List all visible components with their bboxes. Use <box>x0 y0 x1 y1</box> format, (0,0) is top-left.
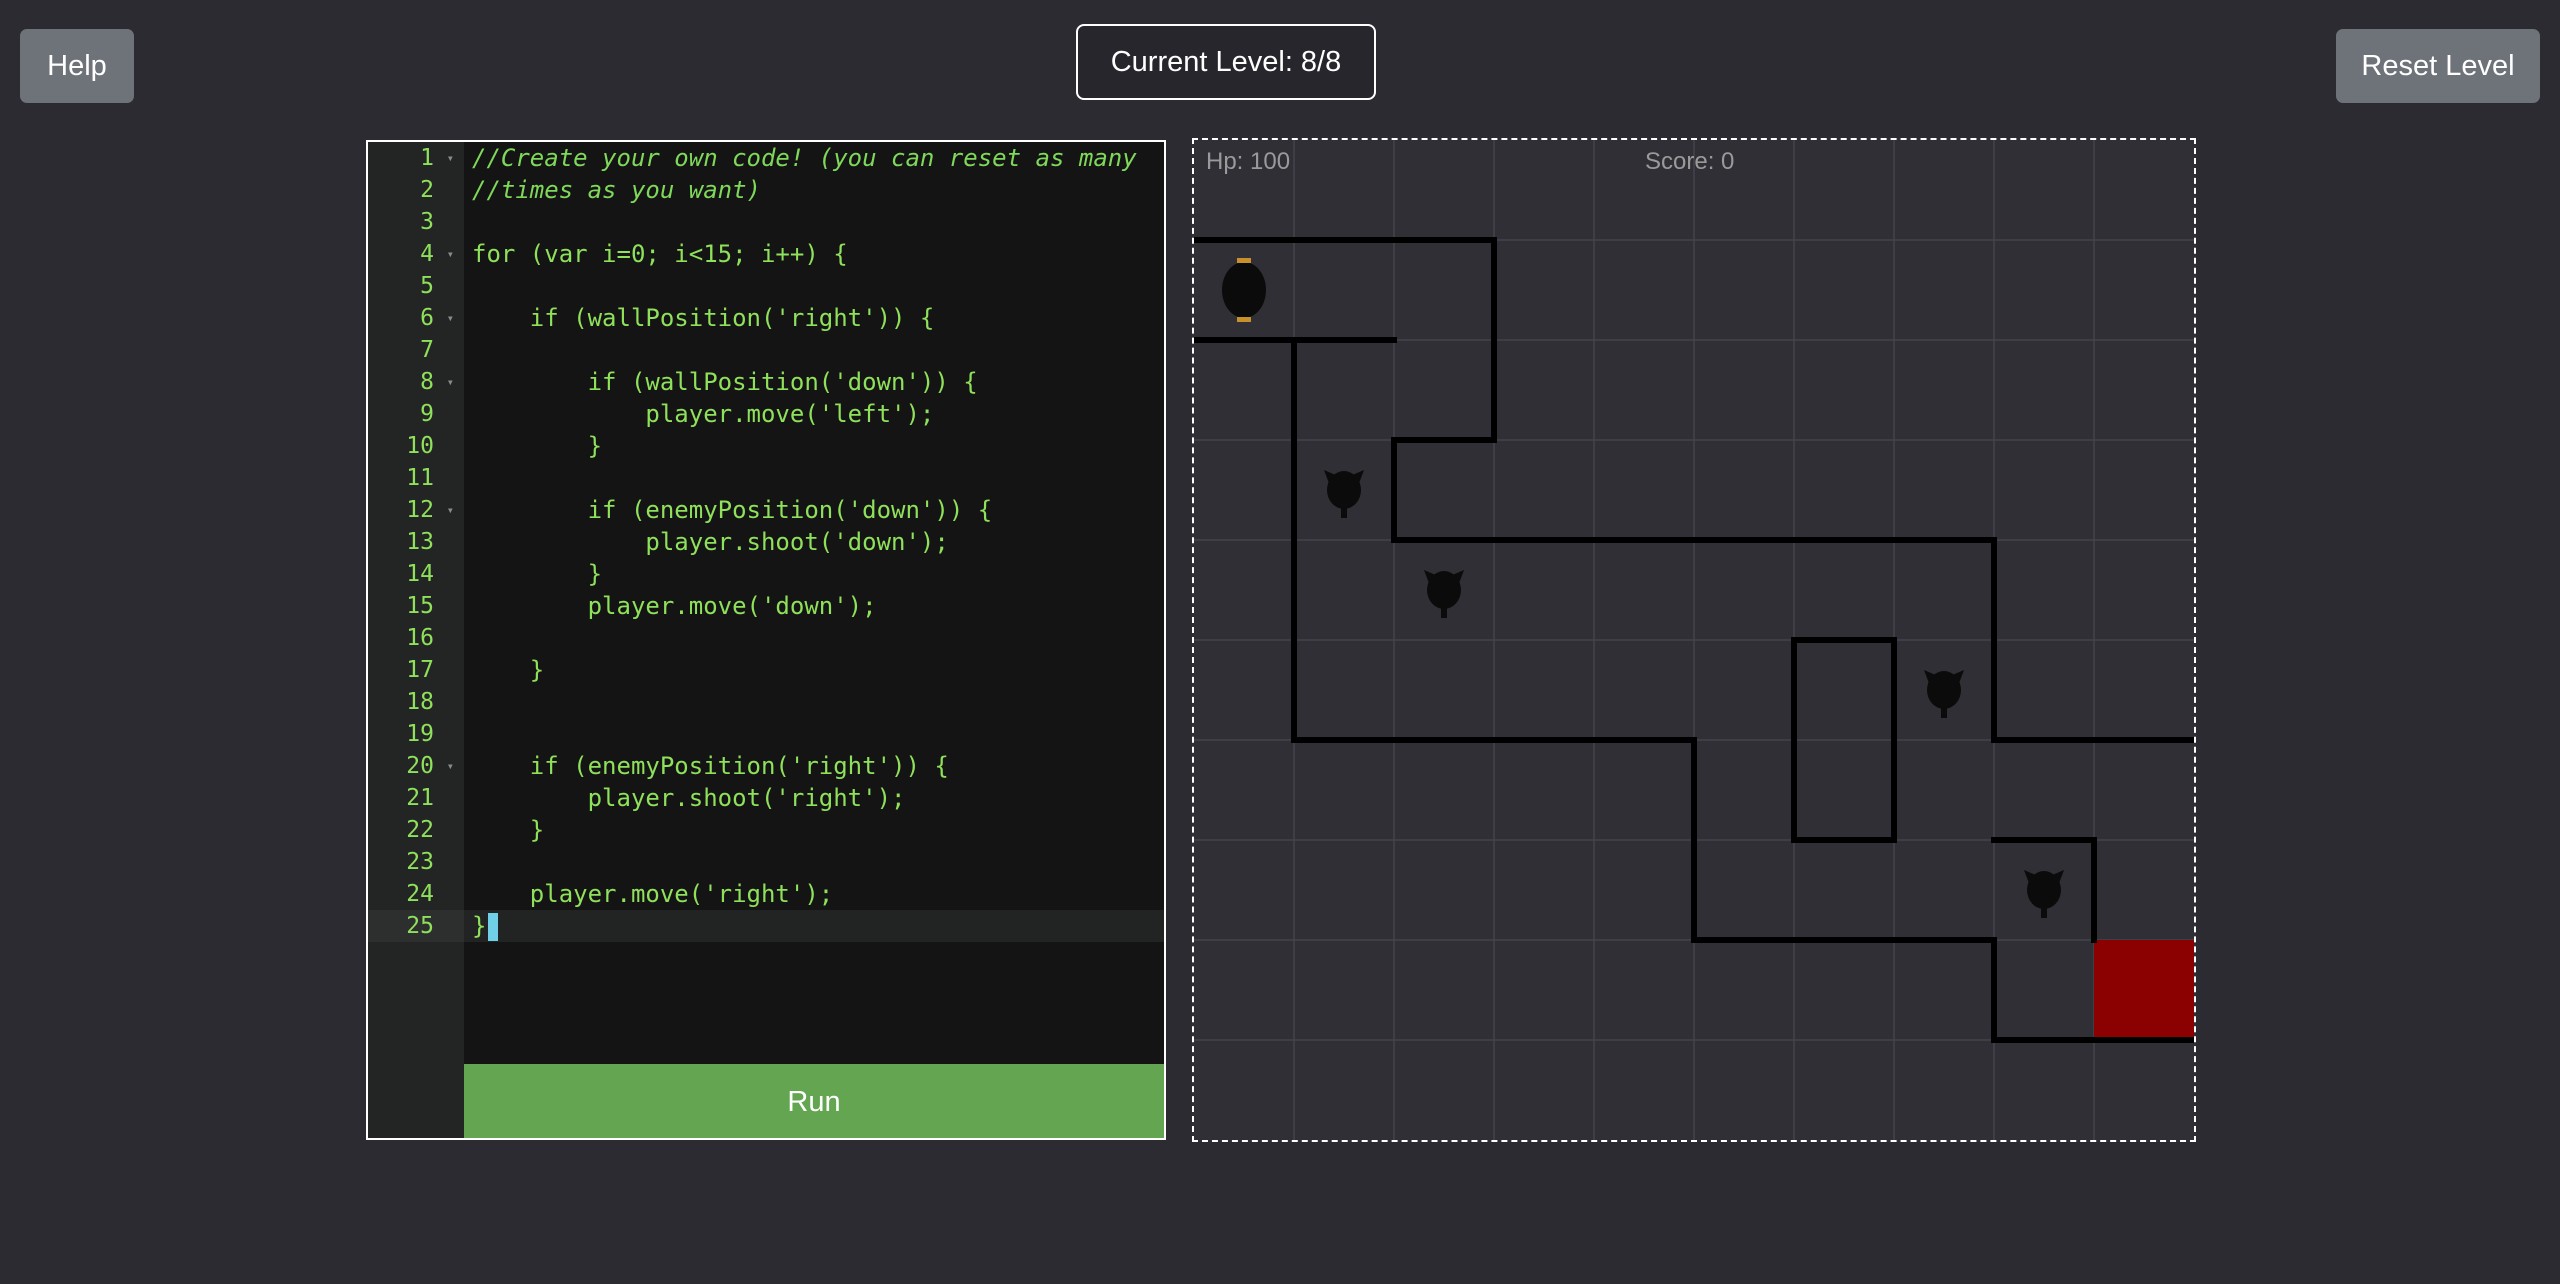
enemy-tail <box>1941 706 1947 718</box>
line-number-gutter: 1 ▾ 2 3 4 ▾ 5 6 ▾ 7 8 ▾ 9 10 11 12 ▾ 13 14 15 16 17 18 19 20 ▾ 21 2… <box>368 142 464 1138</box>
line-number: 3 <box>420 209 434 235</box>
player-accent <box>1237 317 1251 322</box>
code-line[interactable]: } <box>464 910 1164 942</box>
code-line[interactable]: } <box>464 558 1164 590</box>
fold-arrow-icon[interactable]: ▾ <box>447 750 454 782</box>
hp-display: Hp: 100 <box>1206 148 1291 175</box>
code-line[interactable]: } <box>464 430 1164 462</box>
code-line[interactable] <box>464 622 1164 654</box>
line-number: 12 ▾ <box>368 494 464 526</box>
text-cursor <box>488 913 499 941</box>
code-line[interactable]: player.shoot('right'); <box>464 782 1164 814</box>
code-line[interactable]: } <box>464 814 1164 846</box>
line-number: 5 <box>420 273 434 299</box>
code-line[interactable]: player.shoot('down'); <box>464 526 1164 558</box>
line-number: 17 <box>406 657 434 683</box>
code-line[interactable]: //times as you want) <box>464 174 1164 206</box>
line-number: 1 ▾ <box>368 142 464 174</box>
code-line[interactable] <box>464 846 1164 878</box>
enemy-tail <box>1341 506 1347 518</box>
line-number: 11 <box>406 465 434 491</box>
code-line[interactable]: if (wallPosition('right')) { <box>464 302 1164 334</box>
enemy-tail <box>1441 606 1447 618</box>
fold-arrow-icon[interactable]: ▾ <box>447 366 454 398</box>
line-number: 16 <box>406 625 434 651</box>
code-line[interactable]: if (enemyPosition('right')) { <box>464 750 1164 782</box>
line-number: 23 <box>406 849 434 875</box>
enemy-tail <box>2041 906 2047 918</box>
line-number: 10 <box>406 433 434 459</box>
fold-arrow-icon[interactable]: ▾ <box>447 238 454 270</box>
code-line[interactable]: for (var i=0; i<15; i++) { <box>464 238 1164 270</box>
fold-arrow-icon[interactable]: ▾ <box>447 494 454 526</box>
line-number: 9 <box>420 401 434 427</box>
code-line[interactable] <box>464 270 1164 302</box>
goal-tile <box>2094 940 2194 1040</box>
fold-arrow-icon[interactable]: ▾ <box>447 142 454 174</box>
code-line[interactable] <box>464 718 1164 750</box>
line-number: 14 <box>406 561 434 587</box>
line-number: 24 <box>406 881 434 907</box>
code-editor[interactable]: 1 ▾ 2 3 4 ▾ 5 6 ▾ 7 8 ▾ 9 10 11 12 ▾ 13 14 15 16 17 18 19 20 ▾ 21 2… <box>366 140 1166 1140</box>
code-line[interactable] <box>464 206 1164 238</box>
current-level-indicator: Current Level: 8/8 <box>1076 24 1376 100</box>
run-button[interactable]: Run <box>464 1064 1164 1138</box>
maze-canvas <box>1194 140 2194 1140</box>
code-line[interactable]: //Create your own code! (you can reset a… <box>464 142 1164 174</box>
line-number: 22 <box>406 817 434 843</box>
fold-arrow-icon[interactable]: ▾ <box>447 302 454 334</box>
player-accent <box>1237 258 1251 263</box>
line-number: 15 <box>406 593 434 619</box>
line-number: 6 ▾ <box>368 302 464 334</box>
code-line[interactable] <box>464 462 1164 494</box>
line-number: 2 <box>420 177 434 203</box>
line-number: 20 ▾ <box>368 750 464 782</box>
game-board: Hp: 100 Score: 0 <box>1192 138 2196 1142</box>
code-line[interactable] <box>464 334 1164 366</box>
line-number: 7 <box>420 337 434 363</box>
code-line[interactable]: if (enemyPosition('down')) { <box>464 494 1164 526</box>
code-line[interactable]: player.move('down'); <box>464 590 1164 622</box>
line-number: 18 <box>406 689 434 715</box>
line-number: 25 <box>368 910 464 942</box>
line-number: 13 <box>406 529 434 555</box>
line-number: 19 <box>406 721 434 747</box>
score-display: Score: 0 <box>1645 148 1735 175</box>
line-number: 4 ▾ <box>368 238 464 270</box>
code-line[interactable] <box>464 686 1164 718</box>
code-line[interactable]: player.move('left'); <box>464 398 1164 430</box>
code-line[interactable]: if (wallPosition('down')) { <box>464 366 1164 398</box>
reset-level-button[interactable]: Reset Level <box>2336 29 2540 103</box>
line-number: 8 ▾ <box>368 366 464 398</box>
help-button[interactable]: Help <box>20 29 134 103</box>
code-line[interactable]: } <box>464 654 1164 686</box>
player-icon <box>1222 262 1266 318</box>
code-line[interactable]: player.move('right'); <box>464 878 1164 910</box>
line-number: 21 <box>406 785 434 811</box>
